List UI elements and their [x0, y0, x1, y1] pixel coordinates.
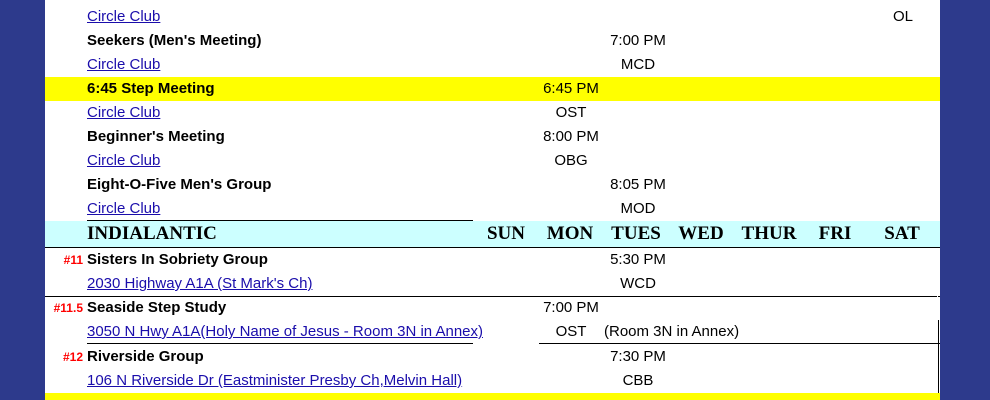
meeting-location-row: Circle Club MCD — [45, 53, 940, 77]
meeting-name-row-highlighted: 6:45 Step Meeting 6:45 PM — [45, 77, 940, 101]
meeting-code: OST — [555, 104, 587, 121]
meeting-note: (Room 3N in Annex) — [604, 323, 740, 340]
meeting-name-row: #11.5 Seaside Step Study 7:00 PM — [45, 296, 940, 320]
meeting-code: MCD — [620, 56, 656, 73]
cell-border — [937, 296, 938, 320]
meeting-name: Seekers (Men's Meeting) — [87, 32, 262, 49]
meeting-location-row: 3050 N Hwy A1A(Holy Name of Jesus - Room… — [45, 320, 940, 344]
meeting-name-row: Seekers (Men's Meeting) 7:00 PM — [45, 29, 940, 53]
meeting-name-row: #11 Sisters In Sobriety Group 5:30 PM — [45, 248, 940, 272]
meeting-code: OBG — [554, 152, 588, 169]
meeting-number: #11.5 — [53, 301, 83, 315]
meeting-location-row: 106 N Riverside Dr (Eastminister Presby … — [45, 369, 940, 393]
meeting-time: 8:05 PM — [610, 176, 666, 193]
meeting-name-row: Beginner's Meeting 8:00 PM — [45, 125, 940, 149]
region-title: INDIALANTIC — [87, 223, 217, 244]
meeting-time: 8:00 PM — [543, 128, 599, 145]
location-link[interactable]: Circle Club — [87, 149, 160, 173]
meeting-code: OST — [555, 323, 587, 340]
location-link[interactable]: 3050 N Hwy A1A(Holy Name of Jesus - Room… — [87, 320, 483, 344]
location-link[interactable]: Circle Club — [87, 53, 160, 77]
location-link[interactable]: Circle Club — [87, 5, 160, 29]
day-header-sat: SAT — [884, 223, 920, 244]
meeting-location-row: 2030 Highway A1A (St Mark's Ch) WCD — [45, 272, 940, 296]
meeting-time: 5:30 PM — [610, 251, 666, 268]
location-link[interactable]: Circle Club — [87, 101, 160, 125]
partial-meeting-row: Circle Club OL — [45, 5, 940, 29]
meeting-number: #12 — [62, 350, 83, 364]
meeting-name-row: Eight-O-Five Men's Group 8:05 PM — [45, 173, 940, 197]
meeting-time: 7:30 PM — [610, 348, 666, 365]
meeting-name: Riverside Group — [87, 348, 204, 365]
location-link[interactable]: 2030 Highway A1A (St Mark's Ch) — [87, 272, 312, 296]
location-link[interactable]: Circle Club — [87, 197, 160, 221]
meeting-number: #11 — [63, 253, 83, 267]
row-divider — [87, 343, 473, 344]
row-divider — [539, 343, 940, 344]
saturday-code: OL — [892, 8, 913, 25]
meeting-code: WCD — [620, 275, 656, 292]
meeting-name: Seaside Step Study — [87, 299, 227, 316]
location-link[interactable]: 106 N Riverside Dr (Eastminister Presby … — [87, 369, 462, 393]
meeting-schedule-sheet: Circle Club OL Seekers (Men's Meeting) 7… — [45, 0, 940, 400]
meeting-time: 7:00 PM — [543, 299, 599, 316]
meeting-name: Eight-O-Five Men's Group — [87, 176, 272, 193]
next-highlighted-row — [45, 393, 940, 400]
meeting-time: 7:00 PM — [610, 32, 666, 49]
meeting-name: Beginner's Meeting — [87, 128, 225, 145]
region-header-row: INDIALANTIC SUN MON TUES WED THUR FRI SA… — [45, 221, 940, 247]
meeting-code: CBB — [622, 372, 654, 389]
meeting-location-row: Circle Club OST — [45, 101, 940, 125]
meeting-code: MOD — [620, 200, 656, 217]
meeting-name: Sisters In Sobriety Group — [87, 251, 268, 268]
cell-border — [938, 320, 939, 400]
meeting-time: 6:45 PM — [543, 80, 599, 97]
meeting-location-row: Circle Club OBG — [45, 149, 940, 173]
meeting-name-row: #12 Riverside Group 7:30 PM — [45, 345, 940, 369]
meeting-name: 6:45 Step Meeting — [87, 80, 215, 97]
meeting-location-row: Circle Club MOD — [45, 197, 940, 221]
